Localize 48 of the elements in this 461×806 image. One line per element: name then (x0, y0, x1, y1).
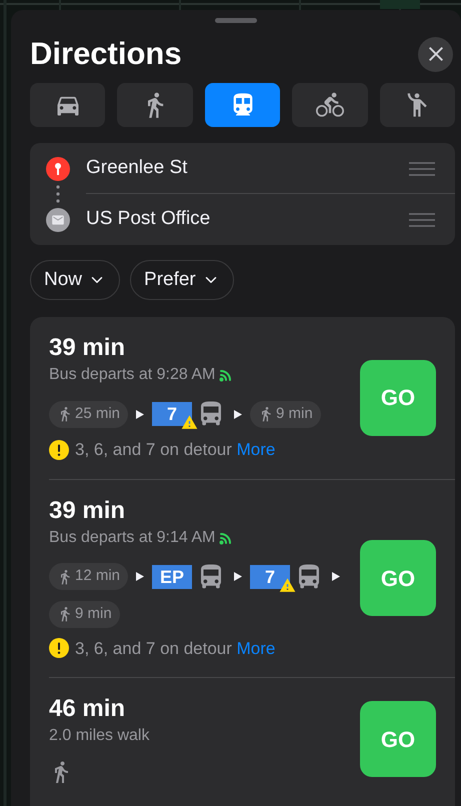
alert-icon (49, 638, 69, 658)
bus-line-number: EP (152, 564, 192, 588)
more-link[interactable]: More (236, 440, 276, 459)
go-button[interactable]: GO (360, 701, 436, 777)
bus-line-number: 7 (152, 402, 192, 426)
go-button[interactable]: GO (360, 540, 436, 616)
arrow-icon (234, 572, 242, 581)
bicycle-icon (316, 91, 344, 119)
stop-name[interactable]: Greenlee St (86, 154, 409, 183)
route-subtitle: Bus departs at 9:28 AM (49, 365, 216, 385)
filter-dropdown[interactable]: Now (30, 260, 120, 300)
arrow-icon (136, 572, 144, 581)
arrow-icon (136, 410, 144, 418)
detour-alert-text: 3, 6, and 7 on detour More (75, 638, 276, 660)
close-button[interactable] (418, 36, 453, 72)
arrow-icon (234, 410, 242, 418)
reorder-handle-icon[interactable] (409, 162, 435, 176)
route-subtitle: 2.0 miles walk (49, 726, 150, 746)
walk-duration-label: 9 min (75, 604, 112, 624)
map-pin-icon (46, 156, 70, 180)
arrow-icon (332, 572, 340, 581)
route-subtitle: Bus departs at 9:14 AM (49, 528, 216, 548)
walk-duration-label: 12 min (75, 566, 120, 586)
route-duration: 46 min (49, 694, 126, 724)
walk-duration-label: 9 min (276, 404, 313, 424)
connector-dots-icon (56, 185, 60, 203)
reorder-handle-icon[interactable] (409, 212, 435, 226)
transport-mode-tab[interactable] (30, 83, 106, 127)
route-duration: 39 min (49, 333, 126, 363)
transport-mode-tab[interactable] (117, 83, 193, 127)
stop-name[interactable]: US Post Office (86, 205, 409, 234)
walk-duration-label: 25 min (75, 404, 120, 424)
warning-icon (181, 414, 198, 431)
filter-dropdown[interactable]: Prefer (130, 260, 234, 300)
more-link[interactable]: More (236, 638, 276, 658)
route-duration: 39 min (49, 496, 126, 526)
transport-mode-tab[interactable] (380, 83, 456, 127)
drag-handle[interactable] (215, 18, 257, 23)
detour-alert-text: 3, 6, and 7 on detour More (75, 439, 276, 461)
warning-icon (279, 576, 296, 594)
mail-icon (46, 208, 70, 232)
sheet-title: Directions (30, 35, 182, 73)
alert-icon (49, 440, 69, 460)
realtime-signal-icon (219, 368, 234, 382)
transport-mode-tab[interactable] (292, 83, 368, 127)
go-button[interactable]: GO (360, 360, 436, 436)
transport-mode-tab[interactable] (204, 83, 280, 127)
realtime-signal-icon (219, 530, 234, 544)
